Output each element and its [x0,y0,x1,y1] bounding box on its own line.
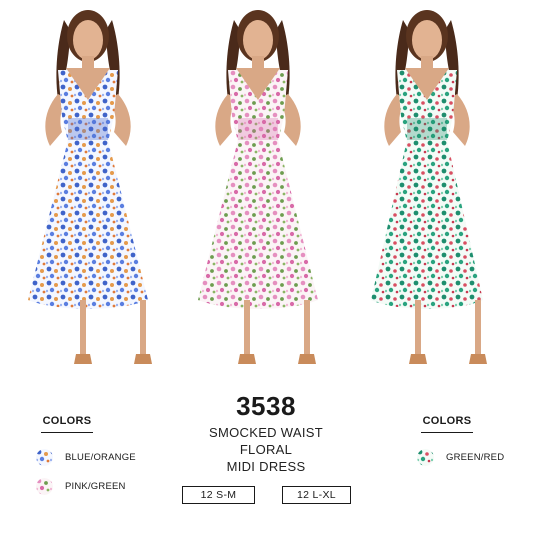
colors-heading-left-rule [41,432,93,433]
color-option-green-red[interactable]: GREEN/RED [417,449,504,466]
product-title-line-2: FLORAL [239,442,293,457]
product-title-line-1: SMOCKED WAIST [209,425,323,440]
color-option-pink-green[interactable]: PINK/GREEN [36,478,126,495]
color-option-label: GREEN/RED [446,452,505,463]
pink-green-floral-swatch-icon [36,478,53,495]
product-title-line-3: MIDI DRESS [226,459,306,474]
color-option-label: PINK/GREEN [65,481,126,492]
colors-heading-right-rule [421,432,473,433]
colors-heading-left-text: COLORS [42,415,92,427]
colors-heading-right-text: COLORS [422,415,472,427]
size-option-l-xl[interactable]: 12 L-XL [282,486,351,504]
colors-heading-right: COLORS [421,415,473,433]
color-option-label: BLUE/ORANGE [65,452,136,463]
colors-heading-left: COLORS [41,415,93,433]
product-info: COLORS BLUE/ORANGE PINK/GREEN 3538 SMOCK… [0,0,533,533]
color-option-blue-orange[interactable]: BLUE/ORANGE [36,449,136,466]
green-red-floral-swatch-icon [417,449,434,466]
blue-orange-floral-swatch-icon [36,449,53,466]
size-option-s-m[interactable]: 12 S-M [182,486,255,504]
style-number: 3538 [236,391,296,421]
